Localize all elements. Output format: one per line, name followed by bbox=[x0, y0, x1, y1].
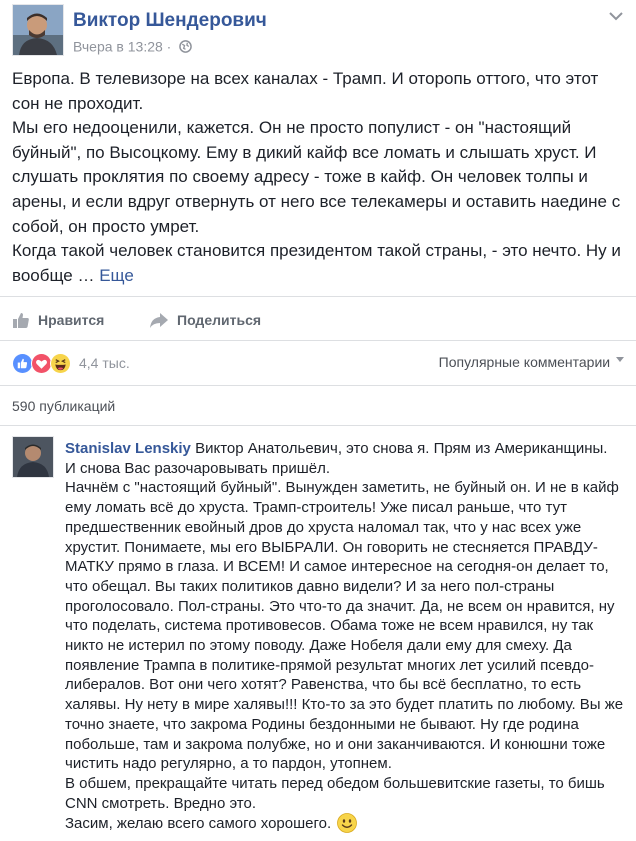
comment-author-link[interactable]: Stanislav Lenskiy bbox=[65, 440, 191, 457]
divider bbox=[0, 296, 636, 297]
divider bbox=[0, 425, 636, 426]
comment-line: В обшем, прекращайте читать перед обедом… bbox=[65, 774, 605, 812]
comment-text: Виктор Анатольевич, это снова я. Прям из… bbox=[195, 440, 608, 457]
haha-reaction-icon bbox=[50, 352, 71, 374]
shares-count-link[interactable]: 590 публикаций bbox=[12, 398, 115, 414]
share-label: Поделиться bbox=[177, 312, 262, 328]
like-reaction-icon bbox=[12, 352, 33, 374]
post-paragraph: Мы его недооценили, кажется. Он не прост… bbox=[12, 118, 621, 236]
comment-body: Stanislav Lenskiy Виктор Анатольевич, эт… bbox=[65, 439, 625, 834]
comment-line: Stanislav Lenskiy Виктор Анатольевич, эт… bbox=[65, 439, 625, 459]
thumbs-up-icon bbox=[13, 313, 29, 328]
post-meta: Вчера в 13:28 · bbox=[73, 37, 193, 55]
author-avatar[interactable] bbox=[12, 4, 64, 56]
divider bbox=[0, 340, 636, 341]
like-button[interactable]: Нравится bbox=[12, 305, 104, 335]
dropdown-caret-icon bbox=[616, 357, 624, 362]
comment-line: И снова Вас разочаровывать пришёл. bbox=[65, 459, 331, 477]
reactions-summary[interactable]: 4,4 тыс. bbox=[12, 352, 130, 374]
post-timestamp[interactable]: Вчера в 13:28 bbox=[73, 38, 163, 54]
post-paragraph: Европа. В телевизоре на всех каналах - Т… bbox=[12, 69, 599, 113]
share-button[interactable]: Поделиться bbox=[149, 305, 261, 335]
post-actions: Нравится Поделиться bbox=[12, 305, 624, 335]
divider bbox=[0, 385, 636, 386]
comment-line: Начнём с "настоящий буйный". Вынужден за… bbox=[65, 479, 624, 773]
post-options-chevron-icon[interactable] bbox=[608, 10, 624, 22]
comment-line: Засим, желаю всего самого хорошего. bbox=[65, 813, 625, 834]
love-reaction-icon bbox=[31, 352, 52, 374]
smiley-icon bbox=[337, 813, 358, 834]
post-header: Виктор Шендерович Вчера в 13:28 · bbox=[12, 4, 624, 56]
post-author-link[interactable]: Виктор Шендерович bbox=[73, 10, 267, 32]
see-more-link[interactable]: Еще bbox=[99, 266, 134, 285]
globe-icon[interactable] bbox=[179, 39, 193, 53]
share-arrow-icon bbox=[150, 313, 168, 328]
comment-closing-text: Засим, желаю всего самого хорошего. bbox=[65, 815, 332, 833]
meta-separator: · bbox=[166, 38, 172, 55]
post-text: Европа. В телевизоре на всех каналах - Т… bbox=[12, 67, 622, 288]
like-label: Нравится bbox=[38, 312, 105, 328]
commenter-avatar[interactable] bbox=[12, 436, 54, 478]
reaction-count: 4,4 тыс. bbox=[79, 355, 130, 371]
comment-sort-label: Популярные комментарии bbox=[438, 354, 611, 370]
post-paragraph: Когда такой человек становится президент… bbox=[12, 239, 622, 288]
comment-sort-dropdown[interactable]: Популярные комментарии bbox=[439, 354, 624, 370]
post-card: Виктор Шендерович Вчера в 13:28 · Европа… bbox=[0, 0, 636, 841]
